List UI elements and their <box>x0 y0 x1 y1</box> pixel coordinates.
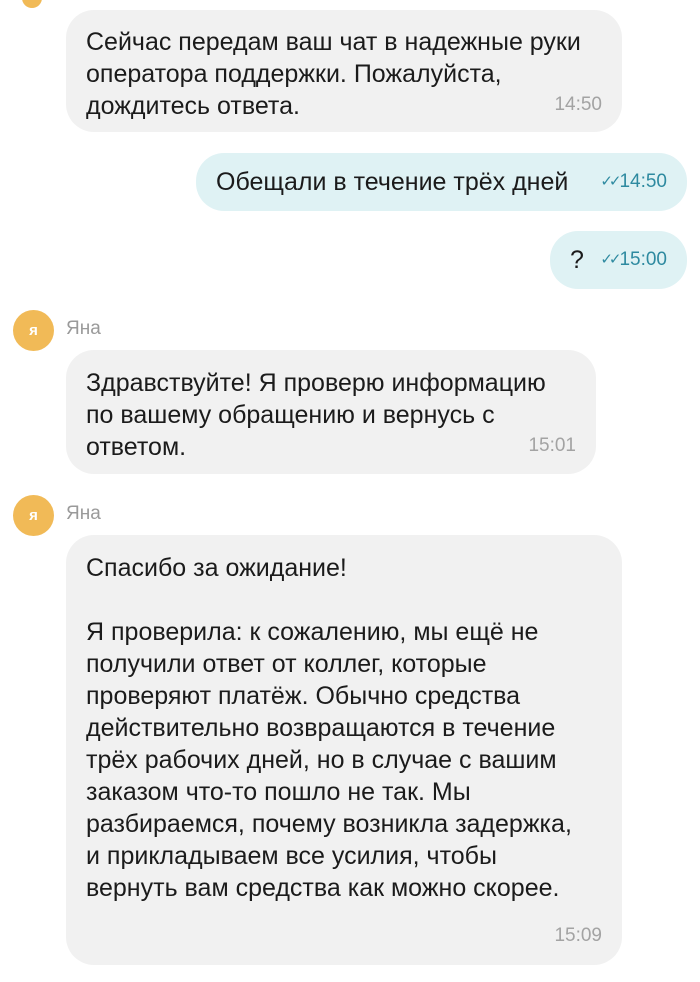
message-time: 15:09 <box>554 925 602 946</box>
avatar-letter: я <box>29 322 38 339</box>
avatar-partial <box>22 0 42 8</box>
double-check-icon: ✓✓ <box>600 173 621 190</box>
sender-name: Яна <box>66 503 101 524</box>
double-check-icon: ✓✓ <box>600 251 621 268</box>
incoming-message-bubble[interactable]: Сейчас передам ваш чат в надежные руки о… <box>66 10 622 132</box>
message-time-with-status: ✓✓ 14:50 <box>600 171 667 193</box>
message-time: 14:50 <box>554 94 602 115</box>
avatar-letter: я <box>29 507 38 524</box>
message-time: 15:01 <box>528 435 576 456</box>
message-text: Сейчас передам ваш чат в надежные руки о… <box>86 28 581 120</box>
message-time-with-status: ✓✓ 15:00 <box>600 249 667 271</box>
message-text: Здравствуйте! Я проверю информацию по ва… <box>86 369 546 461</box>
message-time: 14:50 <box>619 171 667 192</box>
sender-name: Яна <box>66 318 101 339</box>
avatar[interactable]: я <box>13 495 54 536</box>
incoming-message-bubble[interactable]: Здравствуйте! Я проверю информацию по ва… <box>66 350 596 474</box>
avatar[interactable]: я <box>13 310 54 351</box>
incoming-message-bubble[interactable]: Спасибо за ожидание! Я проверила: к сожа… <box>66 535 622 965</box>
outgoing-message-bubble[interactable]: Обещали в течение трёх дней ✓✓ 14:50 <box>196 153 687 211</box>
message-text: Спасибо за ожидание! Я проверила: к сожа… <box>86 554 572 902</box>
message-time: 15:00 <box>619 249 667 270</box>
outgoing-message-bubble[interactable]: ? ✓✓ 15:00 <box>550 231 687 289</box>
